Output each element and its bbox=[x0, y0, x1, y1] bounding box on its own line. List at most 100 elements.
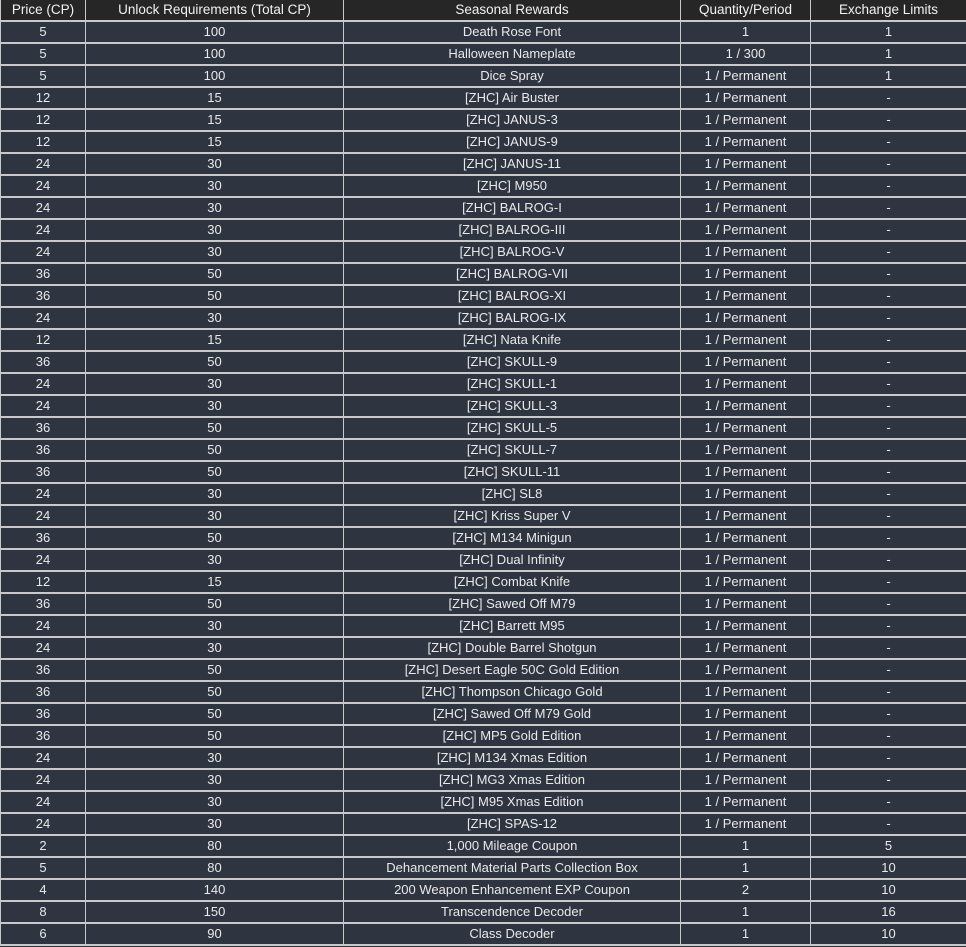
table-row: 3650[ZHC] SKULL-71 / Permanent- bbox=[1, 439, 966, 461]
cell-exchange-limit: 16 bbox=[811, 901, 966, 923]
cell-price: 24 bbox=[1, 153, 86, 175]
cell-unlock-requirement: 90 bbox=[86, 923, 344, 945]
cell-reward-name: [ZHC] MG3 Xmas Edition bbox=[344, 769, 681, 791]
table-row: 3650[ZHC] M134 Minigun1 / Permanent- bbox=[1, 527, 966, 549]
cell-reward-name: Death Rose Font bbox=[344, 21, 681, 43]
cell-reward-name: [ZHC] Sawed Off M79 bbox=[344, 593, 681, 615]
table-row: 3650[ZHC] Thompson Chicago Gold1 / Perma… bbox=[1, 681, 966, 703]
cell-price: 12 bbox=[1, 329, 86, 351]
cell-unlock-requirement: 50 bbox=[86, 263, 344, 285]
cell-price: 24 bbox=[1, 197, 86, 219]
cell-unlock-requirement: 50 bbox=[86, 725, 344, 747]
table-row: 3650[ZHC] Sawed Off M79 Gold1 / Permanen… bbox=[1, 703, 966, 725]
cell-exchange-limit: - bbox=[811, 769, 966, 791]
cell-unlock-requirement: 50 bbox=[86, 527, 344, 549]
cell-unlock-requirement: 30 bbox=[86, 791, 344, 813]
cell-reward-name: [ZHC] SKULL-3 bbox=[344, 395, 681, 417]
cell-reward-name: [ZHC] Combat Knife bbox=[344, 571, 681, 593]
cell-reward-name: Dehancement Material Parts Collection Bo… bbox=[344, 857, 681, 879]
cell-exchange-limit: - bbox=[811, 219, 966, 241]
cell-price: 36 bbox=[1, 659, 86, 681]
table-row: 3650[ZHC] MP5 Gold Edition1 / Permanent- bbox=[1, 725, 966, 747]
cell-exchange-limit: 10 bbox=[811, 923, 966, 945]
cell-price: 24 bbox=[1, 373, 86, 395]
cell-price: 12 bbox=[1, 571, 86, 593]
cell-unlock-requirement: 50 bbox=[86, 439, 344, 461]
table-row: 2430[ZHC] Barrett M951 / Permanent- bbox=[1, 615, 966, 637]
cell-reward-name: [ZHC] JANUS-11 bbox=[344, 153, 681, 175]
cell-price: 36 bbox=[1, 461, 86, 483]
table-row: 3650[ZHC] SKULL-91 / Permanent- bbox=[1, 351, 966, 373]
cell-quantity-period: 1 / Permanent bbox=[681, 483, 811, 505]
table-row: 2801,000 Mileage Coupon15 bbox=[1, 835, 966, 857]
cell-exchange-limit: - bbox=[811, 351, 966, 373]
cell-quantity-period: 1 / Permanent bbox=[681, 285, 811, 307]
cell-price: 24 bbox=[1, 219, 86, 241]
cell-price: 12 bbox=[1, 131, 86, 153]
cell-quantity-period: 1 / Permanent bbox=[681, 131, 811, 153]
cell-unlock-requirement: 30 bbox=[86, 153, 344, 175]
cell-exchange-limit: - bbox=[811, 615, 966, 637]
cell-exchange-limit: - bbox=[811, 505, 966, 527]
cell-reward-name: 200 Weapon Enhancement EXP Coupon bbox=[344, 879, 681, 901]
cell-exchange-limit: 10 bbox=[811, 857, 966, 879]
cell-price: 24 bbox=[1, 549, 86, 571]
cell-unlock-requirement: 80 bbox=[86, 857, 344, 879]
cell-exchange-limit: - bbox=[811, 725, 966, 747]
cell-price: 6 bbox=[1, 923, 86, 945]
table-row: 2430[ZHC] Double Barrel Shotgun1 / Perma… bbox=[1, 637, 966, 659]
cell-price: 24 bbox=[1, 307, 86, 329]
cell-exchange-limit: 5 bbox=[811, 835, 966, 857]
cell-exchange-limit: 1 bbox=[811, 43, 966, 65]
table-row: 1215[ZHC] Air Buster1 / Permanent- bbox=[1, 87, 966, 109]
cell-price: 24 bbox=[1, 395, 86, 417]
cell-quantity-period: 1 / Permanent bbox=[681, 109, 811, 131]
cell-price: 24 bbox=[1, 241, 86, 263]
cell-exchange-limit: - bbox=[811, 263, 966, 285]
cell-unlock-requirement: 30 bbox=[86, 197, 344, 219]
cell-quantity-period: 1 / Permanent bbox=[681, 197, 811, 219]
table-row: 3650[ZHC] Sawed Off M791 / Permanent- bbox=[1, 593, 966, 615]
cell-quantity-period: 1 / Permanent bbox=[681, 571, 811, 593]
cell-exchange-limit: - bbox=[811, 461, 966, 483]
cell-unlock-requirement: 140 bbox=[86, 879, 344, 901]
seasonal-rewards-table: Price (CP) Unlock Requirements (Total CP… bbox=[0, 0, 966, 946]
table-row: 3650[ZHC] SKULL-51 / Permanent- bbox=[1, 417, 966, 439]
cell-quantity-period: 1 / Permanent bbox=[681, 791, 811, 813]
table-row: 3650[ZHC] BALROG-XI1 / Permanent- bbox=[1, 285, 966, 307]
cell-price: 24 bbox=[1, 747, 86, 769]
table-row: 2430[ZHC] M134 Xmas Edition1 / Permanent… bbox=[1, 747, 966, 769]
cell-unlock-requirement: 100 bbox=[86, 21, 344, 43]
cell-exchange-limit: - bbox=[811, 373, 966, 395]
cell-quantity-period: 1 / Permanent bbox=[681, 703, 811, 725]
table-row: 580Dehancement Material Parts Collection… bbox=[1, 857, 966, 879]
cell-reward-name: [ZHC] SKULL-11 bbox=[344, 461, 681, 483]
cell-price: 36 bbox=[1, 417, 86, 439]
cell-quantity-period: 1 / Permanent bbox=[681, 241, 811, 263]
cell-reward-name: [ZHC] SKULL-9 bbox=[344, 351, 681, 373]
cell-unlock-requirement: 30 bbox=[86, 483, 344, 505]
cell-unlock-requirement: 30 bbox=[86, 373, 344, 395]
cell-exchange-limit: - bbox=[811, 285, 966, 307]
cell-unlock-requirement: 15 bbox=[86, 571, 344, 593]
cell-reward-name: [ZHC] SL8 bbox=[344, 483, 681, 505]
table-row: 2430[ZHC] JANUS-111 / Permanent- bbox=[1, 153, 966, 175]
cell-unlock-requirement: 100 bbox=[86, 65, 344, 87]
cell-unlock-requirement: 100 bbox=[86, 43, 344, 65]
cell-price: 24 bbox=[1, 483, 86, 505]
cell-unlock-requirement: 80 bbox=[86, 835, 344, 857]
cell-reward-name: Class Decoder bbox=[344, 923, 681, 945]
cell-unlock-requirement: 50 bbox=[86, 351, 344, 373]
cell-unlock-requirement: 50 bbox=[86, 285, 344, 307]
cell-quantity-period: 1 / Permanent bbox=[681, 351, 811, 373]
table-row: 2430[ZHC] BALROG-III1 / Permanent- bbox=[1, 219, 966, 241]
cell-unlock-requirement: 30 bbox=[86, 307, 344, 329]
cell-unlock-requirement: 50 bbox=[86, 417, 344, 439]
cell-price: 36 bbox=[1, 681, 86, 703]
cell-price: 24 bbox=[1, 615, 86, 637]
cell-reward-name: [ZHC] JANUS-9 bbox=[344, 131, 681, 153]
cell-reward-name: [ZHC] Dual Infinity bbox=[344, 549, 681, 571]
cell-price: 36 bbox=[1, 263, 86, 285]
cell-reward-name: [ZHC] Thompson Chicago Gold bbox=[344, 681, 681, 703]
cell-price: 12 bbox=[1, 87, 86, 109]
